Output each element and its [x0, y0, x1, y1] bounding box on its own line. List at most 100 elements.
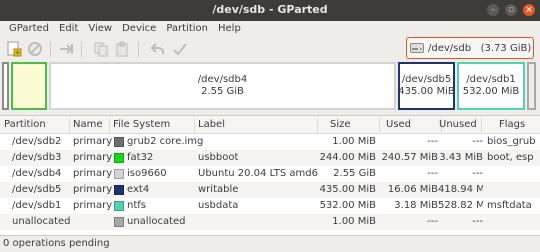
cell-unused: 528.82 MiB [438, 200, 483, 211]
status-text: 0 operations pending [3, 238, 110, 249]
cell-name: primary [73, 152, 113, 163]
menu-edit[interactable]: Edit [54, 21, 83, 38]
new-partition-button[interactable] [6, 41, 22, 57]
maximize-button[interactable]: ▫ [505, 4, 517, 16]
delete-button[interactable] [27, 41, 43, 57]
cell-label: Ubuntu 20.04 LTS amd64 [198, 168, 318, 179]
menu-gparted[interactable]: GParted [4, 21, 54, 38]
cell-used: 3.18 MiB [394, 200, 438, 211]
cell-unused: 3.43 MiB [439, 152, 483, 163]
partition-block-sdb1[interactable]: /dev/sdb1 532.00 MiB [457, 62, 525, 110]
table-row[interactable]: /dev/sdb2 primary grub2 core.img 1.00 Mi… [0, 134, 540, 150]
undo-button[interactable] [150, 41, 166, 57]
column-header-unused[interactable]: Unused [439, 119, 477, 130]
filesystem-color-swatch [114, 185, 124, 195]
partition-block-size: 2.55 GiB [201, 86, 244, 97]
column-header-partition[interactable]: Partition [4, 119, 46, 130]
table-row[interactable]: /dev/sdb5 primary ext4 writable 435.00 M… [0, 182, 540, 198]
partition-block-sdb3[interactable] [11, 62, 47, 110]
partition-table: Partition Name File System Label Size Us… [0, 115, 540, 236]
cell-name: primary [73, 200, 113, 211]
close-icon: × [525, 4, 533, 15]
paste-icon [116, 41, 128, 57]
filesystem-color-swatch [114, 217, 124, 227]
partition-block-name: /dev/sdb4 [197, 74, 248, 85]
column-header-used[interactable]: Used [386, 119, 411, 130]
column-separator [317, 118, 318, 132]
column-header-filesystem[interactable]: File System [113, 119, 170, 130]
partition-block-name: /dev/sdb5 [401, 74, 452, 85]
filesystem-color-swatch [114, 137, 124, 147]
cell-partition: /dev/sdb1 [12, 200, 62, 211]
column-separator [481, 118, 482, 132]
cell-size: 1.00 MiB [332, 216, 376, 227]
minimize-button[interactable]: – [487, 4, 499, 16]
table-header: Partition Name File System Label Size Us… [0, 116, 540, 134]
column-header-label[interactable]: Label [198, 119, 225, 130]
column-separator [194, 118, 195, 132]
toolbar-separator [138, 41, 139, 57]
partition-block-size: 435.00 MiB [398, 86, 455, 97]
column-header-size[interactable]: Size [330, 119, 351, 130]
status-bar: 0 operations pending [0, 237, 540, 252]
toolbar-separator [50, 41, 51, 57]
partition-block-sdb4[interactable]: /dev/sdb4 2.55 GiB [49, 62, 396, 110]
cell-partition: /dev/sdb4 [12, 168, 62, 179]
menu-device[interactable]: Device [117, 21, 161, 38]
close-button[interactable]: × [523, 4, 535, 16]
table-row[interactable]: /dev/sdb3 primary fat32 usbboot 244.00 M… [0, 150, 540, 166]
cell-name: primary [73, 136, 113, 147]
cell-partition: /dev/sdb5 [12, 184, 62, 195]
partition-block-size: 532.00 MiB [462, 86, 520, 97]
cell-label: writable [198, 184, 239, 195]
partition-block-sdb2[interactable] [2, 62, 9, 110]
cell-size: 532.00 MiB [319, 200, 376, 211]
cell-flags: bios_grub [487, 136, 536, 147]
column-separator [379, 118, 380, 132]
cell-filesystem: unallocated [127, 216, 186, 227]
undo-icon [150, 43, 164, 54]
cell-filesystem: fat32 [127, 152, 154, 163]
partition-block-unallocated[interactable] [527, 62, 536, 110]
device-selector-label: /dev/sdb (3.73 GiB) [428, 42, 532, 54]
column-separator [69, 118, 70, 132]
window-title: /dev/sdb - GParted [212, 3, 328, 16]
resize-move-icon [60, 44, 73, 54]
cell-filesystem: grub2 core.img [127, 136, 204, 147]
cell-partition: /dev/sdb3 [12, 152, 62, 163]
table-row[interactable]: unallocated unallocated 1.00 MiB --- --- [0, 214, 540, 230]
menu-bar: GParted Edit View Device Partition Help [0, 21, 540, 38]
partition-block-sdb5[interactable]: /dev/sdb5 435.00 MiB [398, 62, 455, 110]
delete-icon [28, 42, 42, 56]
cell-size: 2.55 GiB [333, 168, 376, 179]
disk-icon [410, 43, 424, 53]
copy-button[interactable] [93, 41, 109, 57]
table-row[interactable]: /dev/sdb4 primary iso9660 Ubuntu 20.04 L… [0, 166, 540, 182]
cell-label: usbboot [198, 152, 239, 163]
partition-map: /dev/sdb4 2.55 GiB /dev/sdb5 435.00 MiB … [2, 62, 538, 110]
minimize-icon: – [490, 4, 496, 15]
table-row[interactable]: /dev/sdb1 primary ntfs usbdata 532.00 Mi… [0, 198, 540, 214]
paste-button[interactable] [114, 41, 130, 57]
menu-partition[interactable]: Partition [161, 21, 213, 38]
menu-help[interactable]: Help [213, 21, 246, 38]
device-selector[interactable]: /dev/sdb (3.73 GiB) [406, 37, 534, 59]
column-header-flags[interactable]: Flags [499, 119, 525, 130]
cell-unused: --- [472, 168, 483, 179]
cell-unused: 418.94 MiB [438, 184, 483, 195]
cell-name: primary [73, 184, 113, 195]
cell-used: 240.57 MiB [381, 152, 438, 163]
cell-unused: --- [472, 136, 483, 147]
resize-move-button[interactable] [58, 41, 74, 57]
cell-filesystem: ntfs [127, 200, 146, 211]
column-header-name[interactable]: Name [73, 119, 103, 130]
copy-icon [94, 42, 108, 57]
filesystem-color-swatch [114, 153, 124, 163]
column-separator [109, 118, 110, 132]
maximize-icon: ▫ [507, 4, 515, 15]
cell-used: --- [427, 216, 438, 227]
apply-button[interactable] [172, 41, 188, 57]
cell-size: 435.00 MiB [319, 184, 376, 195]
cell-unused: --- [472, 216, 483, 227]
menu-view[interactable]: View [83, 21, 117, 38]
